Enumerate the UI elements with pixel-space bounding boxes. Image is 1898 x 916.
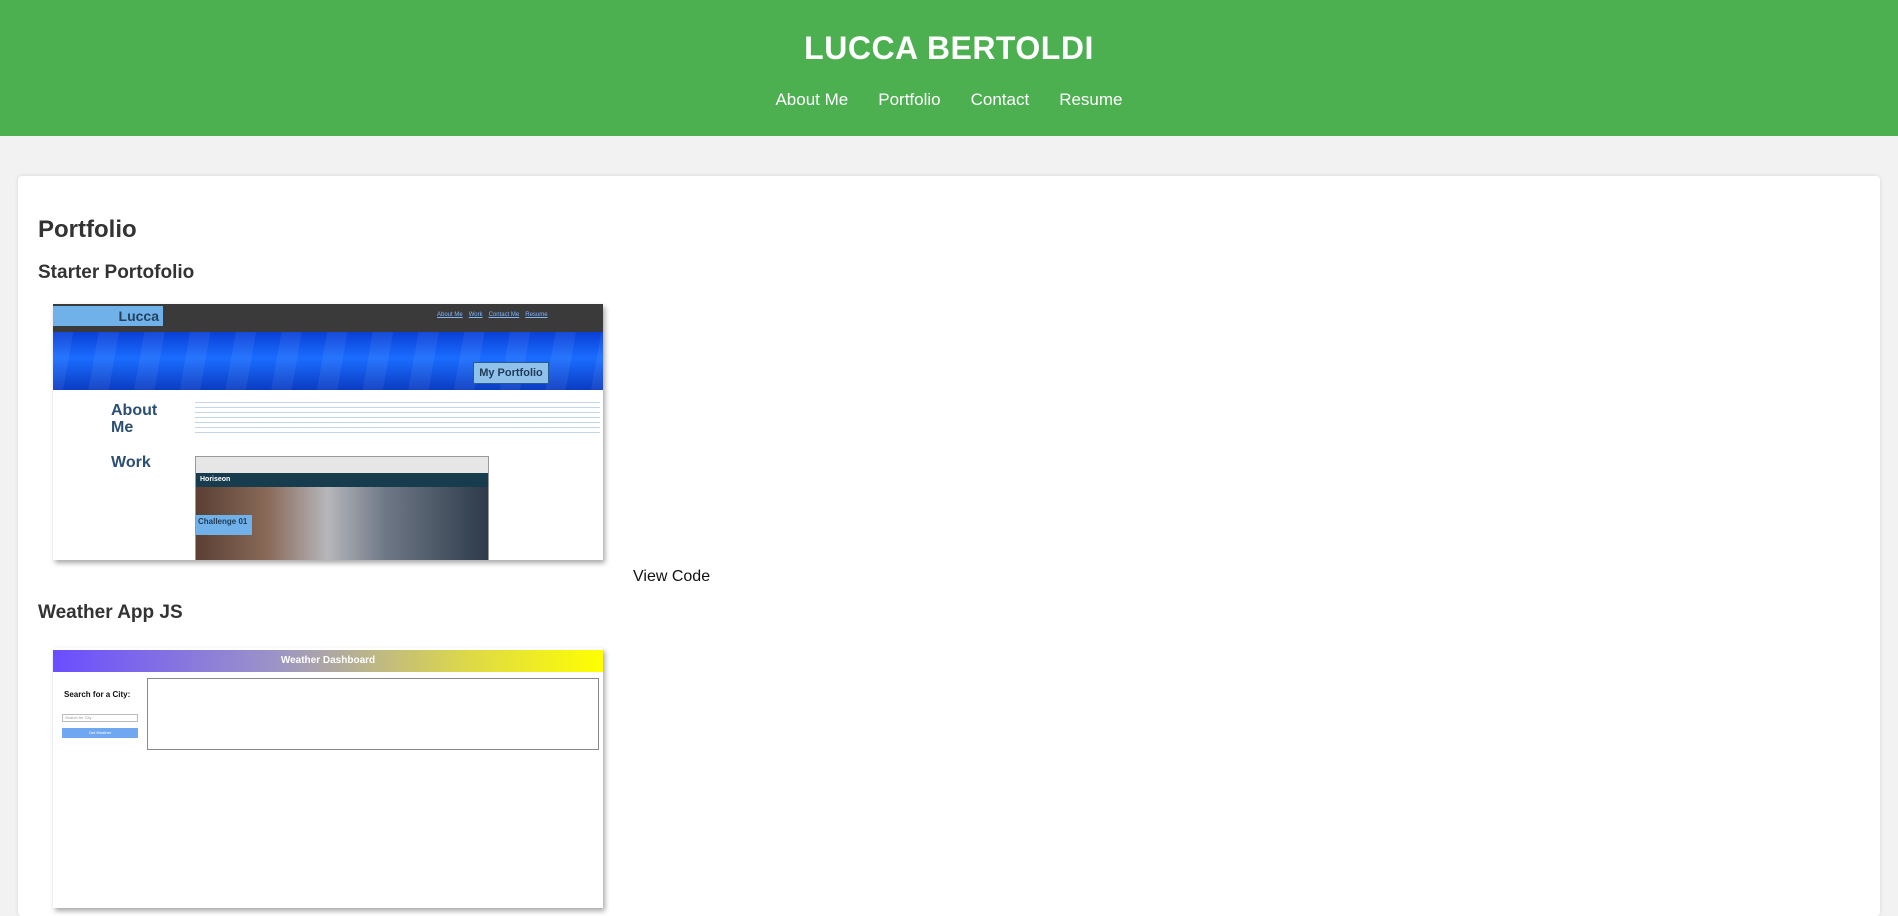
portfolio-card: Portfolio Starter Portofolio Lucca About…: [18, 176, 1880, 916]
view-code-link[interactable]: View Code: [633, 568, 710, 586]
project-title-weather: Weather App JS: [38, 602, 183, 623]
nav-resume[interactable]: Resume: [1059, 90, 1122, 110]
main-nav: About Me Portfolio Contact Resume: [0, 90, 1898, 110]
mini-link: Work: [468, 312, 483, 318]
site-title: LUCCA BERTOLDI: [804, 30, 1094, 66]
mini-search-label: Search for a City:: [64, 690, 131, 699]
mini-hero-badge: My Portfolio: [473, 362, 549, 384]
project-title-starter: Starter Portofolio: [38, 262, 195, 283]
mini-link: About Me: [437, 312, 463, 318]
mini-work-thumbnail: Horiseon Challenge 01: [195, 456, 489, 560]
mini-link: Contact Me: [488, 312, 520, 318]
mini-about-heading: About Me: [111, 402, 158, 436]
section-title: Portfolio: [38, 216, 137, 243]
nav-portfolio[interactable]: Portfolio: [878, 90, 940, 110]
mini-weather-output-box: [147, 678, 599, 750]
mini-link: Resume: [525, 312, 548, 318]
mini-work-heading: Work: [111, 454, 151, 471]
starter-portfolio-screenshot[interactable]: Lucca About Me Work Contact Me Resume My…: [53, 304, 603, 560]
mini-about-text: [195, 402, 600, 434]
mini-browser-chrome: [196, 457, 488, 473]
mini-search-input: Search for City: [62, 714, 138, 722]
mini-weather-banner: Weather Dashboard: [53, 650, 603, 672]
site-header: LUCCA BERTOLDI About Me Portfolio Contac…: [0, 0, 1898, 136]
nav-contact[interactable]: Contact: [971, 90, 1030, 110]
mini-get-weather-button: Get Weather: [62, 728, 138, 738]
weather-app-screenshot[interactable]: Weather Dashboard Search for a City: Sea…: [53, 648, 603, 908]
mini-logo: Lucca: [53, 306, 163, 326]
mini-work-caption: Challenge 01: [196, 515, 252, 535]
mini-nav-links: About Me Work Contact Me Resume: [437, 312, 548, 318]
mini-work-site-name: Horiseon: [196, 473, 488, 487]
nav-about-me[interactable]: About Me: [775, 90, 848, 110]
